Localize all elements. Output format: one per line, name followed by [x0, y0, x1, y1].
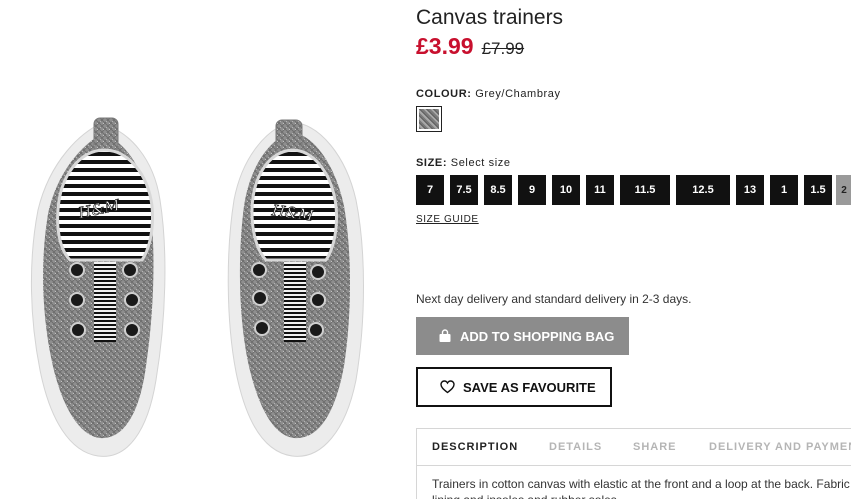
size-option[interactable]: 7.5: [450, 175, 478, 205]
save-favourite-label: SAVE AS FAVOURITE: [463, 379, 596, 395]
description-panel: Trainers in cotton canvas with elastic a…: [416, 465, 851, 499]
info-tabs: DESCRIPTION DETAILS SHARE DELIVERY AND P…: [416, 428, 851, 466]
size-option[interactable]: 9: [518, 175, 546, 205]
add-to-bag-label: ADD TO SHOPPING BAG: [460, 328, 615, 344]
size-option[interactable]: 8.5: [484, 175, 512, 205]
colour-label-row: COLOUR: Grey/Chambray: [416, 88, 561, 100]
size-option[interactable]: 11: [586, 175, 614, 205]
size-option[interactable]: 11.5: [620, 175, 670, 205]
heart-icon: [440, 380, 455, 394]
size-guide-link[interactable]: SIZE GUIDE: [416, 214, 479, 225]
delivery-note: Next day delivery and standard delivery …: [416, 292, 692, 306]
size-label-row: SIZE: Select size: [416, 157, 511, 169]
size-option-partial[interactable]: 2: [836, 175, 851, 205]
size-label: SIZE:: [416, 157, 448, 169]
colour-value: Grey/Chambray: [475, 88, 561, 100]
shopping-bag-icon: [438, 329, 452, 343]
size-option[interactable]: 12.5: [676, 175, 730, 205]
colour-label: COLOUR:: [416, 88, 472, 100]
left-shoe: H&M: [30, 117, 166, 457]
size-value: Select size: [450, 157, 511, 169]
product-image[interactable]: H&M H&M: [0, 0, 400, 499]
save-favourite-button[interactable]: SAVE AS FAVOURITE: [416, 367, 612, 407]
tab-share[interactable]: SHARE: [633, 441, 677, 453]
size-option[interactable]: 7: [416, 175, 444, 205]
size-option[interactable]: 13: [736, 175, 764, 205]
product-details: Canvas trainers £3.99 £7.99 COLOUR: Grey/…: [416, 0, 851, 499]
size-option[interactable]: 10: [552, 175, 580, 205]
add-to-bag-button[interactable]: ADD TO SHOPPING BAG: [416, 317, 629, 355]
colour-swatch[interactable]: [416, 106, 442, 132]
size-selector: 7 7.5 8.5 9 10 11 11.5 12.5 13 1 1.5 2: [416, 175, 851, 205]
tab-details[interactable]: DETAILS: [549, 441, 602, 453]
price-block: £3.99 £7.99: [416, 33, 524, 60]
description-text: Trainers in cotton canvas with elastic a…: [432, 477, 850, 499]
product-title: Canvas trainers: [416, 6, 564, 29]
size-option[interactable]: 1: [770, 175, 798, 205]
sale-price: £3.99: [416, 33, 474, 59]
tab-description[interactable]: DESCRIPTION: [432, 441, 518, 453]
right-shoe: H&M: [227, 119, 364, 457]
tab-delivery-and-payment[interactable]: DELIVERY AND PAYMEN: [709, 441, 851, 453]
original-price: £7.99: [481, 39, 525, 58]
colour-swatch-texture: [419, 109, 439, 129]
size-option[interactable]: 1.5: [804, 175, 832, 205]
